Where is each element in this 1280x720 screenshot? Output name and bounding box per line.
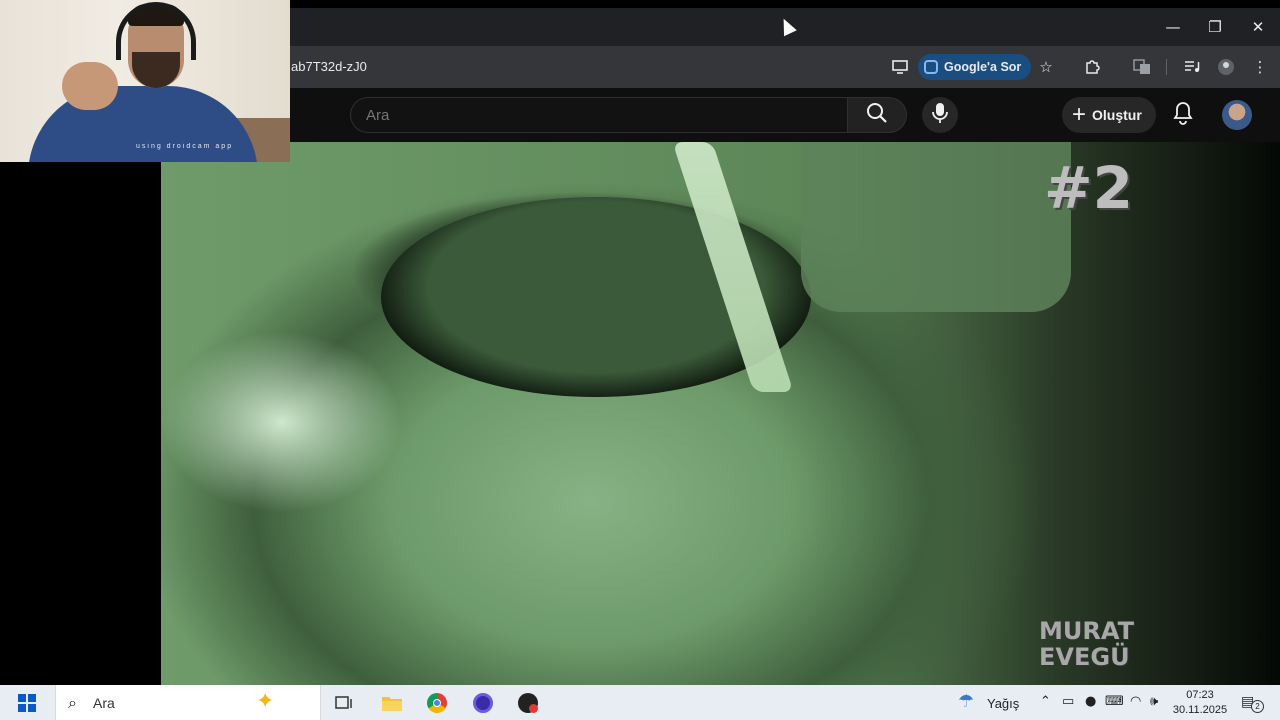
app-circle-icon[interactable] [470, 690, 496, 716]
webcam-person-hand [62, 62, 118, 110]
taskbar-search[interactable]: ⌕ Ara ✦ [55, 685, 321, 720]
chevron-up-icon[interactable]: ⌃ [1040, 694, 1051, 709]
minimize-button[interactable]: — [1151, 8, 1195, 46]
windows-start-icon[interactable] [18, 694, 36, 712]
weather-rain-icon[interactable]: ☂ [958, 691, 974, 712]
ask-google-label: Google'a Sor [944, 60, 1022, 74]
toolbar-separator [1166, 59, 1167, 75]
headset-icon [116, 2, 196, 60]
display-icon[interactable]: ▭ [1062, 694, 1074, 709]
avatar[interactable] [1222, 100, 1252, 130]
video-overlay-number: #2 [1044, 154, 1133, 222]
weather-label[interactable]: Yağış [987, 696, 1019, 711]
keyboard-layout-icon[interactable]: ⌨ [1105, 694, 1124, 709]
microphone-tray-icon[interactable]: ● [1085, 694, 1096, 709]
clock-time: 07:23 [1186, 689, 1214, 701]
bell-icon [1173, 101, 1193, 130]
recorder-app-icon[interactable] [515, 690, 541, 716]
webcam-watermark: using droidcam app [136, 143, 234, 150]
search-icon [866, 102, 888, 129]
voice-search-button[interactable] [922, 97, 958, 133]
video-player[interactable]: #2 MURAT EVEGÜ [161, 142, 1280, 685]
youtube-header: + Oluştur [290, 88, 1280, 142]
search-button[interactable] [847, 97, 907, 133]
chrome-icon[interactable] [424, 690, 450, 716]
address-bar-url[interactable]: ab7T32d-zJ0 [291, 59, 367, 74]
file-explorer-icon[interactable] [379, 690, 405, 716]
media-control-icon[interactable] [1180, 55, 1204, 79]
taskbar-search-label: Ara [93, 695, 115, 711]
plus-icon: + [1072, 101, 1087, 128]
create-button[interactable]: + Oluştur [1062, 97, 1156, 133]
watermark-line-2: EVEGÜ [1039, 643, 1130, 671]
kebab-menu-icon[interactable]: ⋮ [1248, 55, 1272, 79]
wifi-icon[interactable]: ◠ [1130, 694, 1141, 709]
close-button[interactable]: ✕ [1236, 8, 1280, 46]
clock-date: 30.11.2025 [1172, 704, 1228, 716]
webcam-person-torso [28, 86, 258, 162]
search-icon: ⌕ [68, 693, 77, 712]
create-label: Oluştur [1092, 107, 1142, 123]
browser-toolbar: ab7T32d-zJ0 Google'a Sor ☆ ⋮ [290, 46, 1280, 88]
screen: — ❐ ✕ ab7T32d-zJ0 Google'a Sor ☆ ⋮ Ara +… [0, 0, 1280, 720]
star-icon[interactable]: ☆ [1034, 55, 1058, 79]
video-toilet-tank [801, 142, 1071, 312]
notifications-button[interactable] [1170, 101, 1196, 129]
search-box [350, 97, 847, 133]
puzzle-icon[interactable] [1080, 55, 1104, 79]
task-view-icon[interactable] [331, 690, 357, 716]
translate-icon[interactable] [1130, 55, 1154, 79]
windows-taskbar: ⌕ Ara ✦ ☂ Yağış ⌃ ▭ ● ⌨ ◠ 🕪 07:23 30.11.… [0, 685, 1280, 720]
channel-watermark: MURAT EVEGÜ [1039, 617, 1134, 671]
search-input[interactable] [351, 98, 847, 132]
install-app-icon[interactable] [888, 55, 912, 79]
webcam-overlay: using droidcam app [0, 0, 290, 162]
ask-google-button[interactable]: Google'a Sor [918, 54, 1032, 80]
watermark-line-1: MURAT [1039, 617, 1134, 645]
notification-badge: 2 [1251, 700, 1264, 713]
notification-center-icon[interactable]: ▤ 2 [1241, 694, 1264, 713]
google-lens-icon [924, 60, 938, 74]
volume-icon[interactable]: 🕪 [1150, 694, 1158, 709]
system-clock[interactable]: 07:23 30.11.2025 [1170, 688, 1230, 718]
copilot-sparkle-icon: ✦ [256, 689, 275, 714]
profile-extension-icon[interactable] [1214, 55, 1238, 79]
mic-icon [932, 102, 948, 129]
maximize-button[interactable]: ❐ [1193, 8, 1237, 46]
